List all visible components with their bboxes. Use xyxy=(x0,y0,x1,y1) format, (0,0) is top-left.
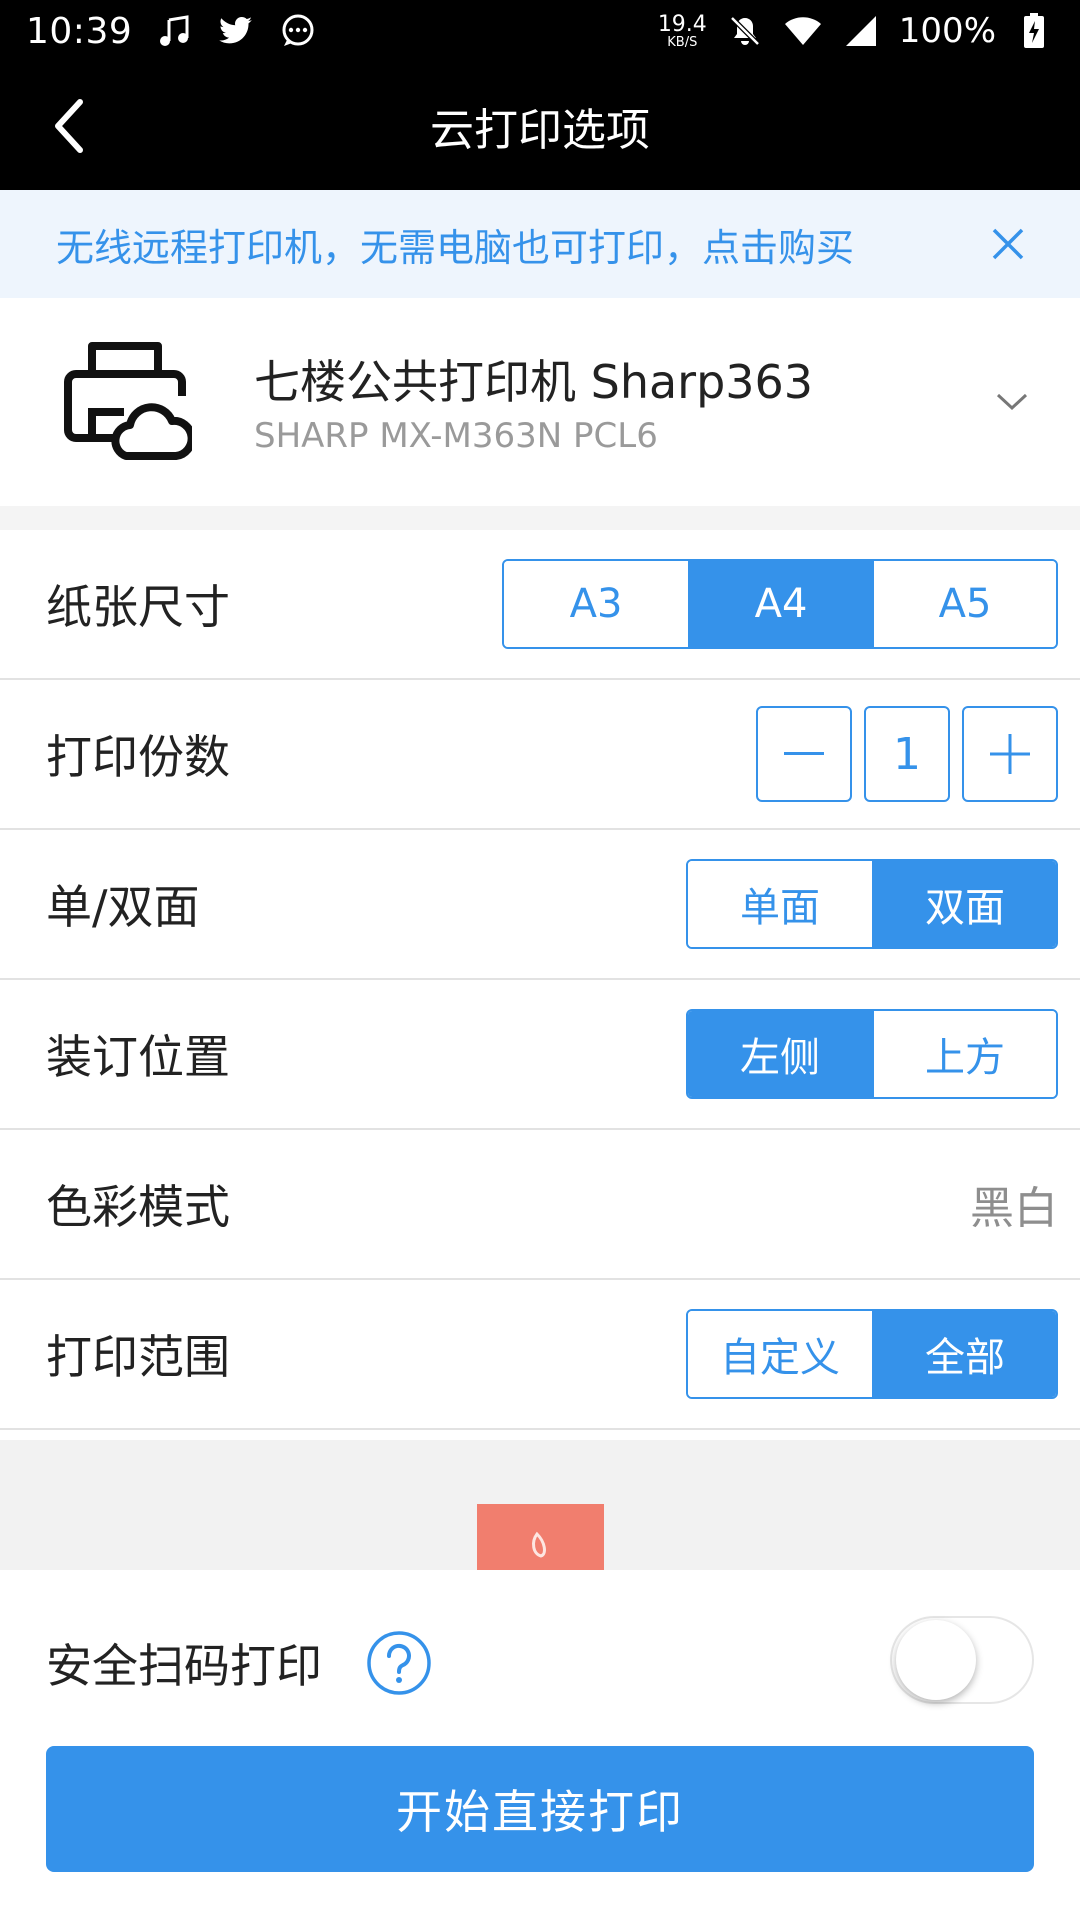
copies-stepper: 1 xyxy=(756,706,1058,802)
wifi-icon xyxy=(783,11,823,51)
signal-icon xyxy=(841,11,881,51)
section-divider xyxy=(0,506,1080,530)
net-speed: 19.4 KB/S xyxy=(657,11,707,50)
back-arrow-icon xyxy=(55,99,83,153)
copies-value[interactable]: 1 xyxy=(864,706,950,802)
banner-text[interactable]: 无线远程打印机，无需电脑也可打印，点击购买 xyxy=(56,217,854,272)
net-speed-unit: KB/S xyxy=(667,34,698,50)
status-bar: 10:39 19.4 KB/S 100% xyxy=(0,0,1080,62)
print-range-all[interactable]: 全部 xyxy=(872,1311,1056,1397)
print-range-row: 打印范围 自定义 全部 xyxy=(0,1280,1080,1430)
start-print-button[interactable]: 开始直接打印 xyxy=(46,1746,1034,1872)
duplex-row: 单/双面 单面 双面 xyxy=(0,830,1080,980)
secure-print-toggle[interactable] xyxy=(890,1616,1034,1704)
secure-print-label: 安全扫码打印 xyxy=(46,1639,322,1693)
color-mode-row[interactable]: 色彩模式 黑白 xyxy=(0,1130,1080,1280)
duplex-label: 单/双面 xyxy=(46,880,200,934)
plus-icon xyxy=(990,734,1030,774)
paper-size-label: 纸张尺寸 xyxy=(46,580,230,634)
copies-row: 打印份数 1 xyxy=(0,680,1080,830)
print-range-selector: 自定义 全部 xyxy=(686,1309,1058,1399)
duplex-single[interactable]: 单面 xyxy=(688,861,872,947)
binding-left[interactable]: 左侧 xyxy=(688,1011,872,1097)
paper-size-a4[interactable]: A4 xyxy=(688,561,872,647)
chevron-down-icon xyxy=(996,393,1028,411)
color-mode-value[interactable]: 黑白 xyxy=(970,1172,1058,1236)
printer-model: SHARP MX-M363N PCL6 xyxy=(254,416,658,456)
mute-icon xyxy=(725,11,765,51)
document-preview xyxy=(0,1440,1080,1570)
battery-charging-icon xyxy=(1014,11,1054,51)
copies-label: 打印份数 xyxy=(46,730,230,784)
toggle-knob xyxy=(896,1620,976,1700)
binding-label: 装订位置 xyxy=(46,1030,230,1084)
color-mode-label: 色彩模式 xyxy=(46,1180,230,1234)
print-range-custom[interactable]: 自定义 xyxy=(688,1311,872,1397)
purchase-banner[interactable]: 无线远程打印机，无需电脑也可打印，点击购买 xyxy=(0,190,1080,298)
printer-dropdown-button[interactable] xyxy=(986,376,1038,428)
printer-name: 七楼公共打印机 Sharp363 xyxy=(254,355,814,409)
page-title: 云打印选项 xyxy=(430,105,650,156)
close-icon xyxy=(992,228,1024,260)
chat-icon xyxy=(278,11,318,51)
back-button[interactable] xyxy=(38,94,102,158)
battery-percent: 100% xyxy=(898,11,996,51)
preview-page-thumbnail[interactable] xyxy=(477,1504,604,1570)
net-speed-value: 19.4 xyxy=(657,11,707,37)
paper-size-selector: A3 A4 A5 xyxy=(502,559,1058,649)
printer-selector[interactable]: 七楼公共打印机 Sharp363 SHARP MX-M363N PCL6 xyxy=(0,298,1080,506)
duplex-selector: 单面 双面 xyxy=(686,859,1058,949)
title-bar: 云打印选项 xyxy=(0,62,1080,190)
print-range-label: 打印范围 xyxy=(46,1330,230,1384)
cloud-printer-icon xyxy=(64,342,192,460)
help-icon[interactable] xyxy=(366,1630,432,1696)
binding-selector: 左侧 上方 xyxy=(686,1009,1058,1099)
music-icon xyxy=(154,11,194,51)
copies-increase-button[interactable] xyxy=(962,706,1058,802)
copies-decrease-button[interactable] xyxy=(756,706,852,802)
paper-size-a5[interactable]: A5 xyxy=(872,561,1056,647)
paper-size-a3[interactable]: A3 xyxy=(504,561,688,647)
paper-size-row: 纸张尺寸 A3 A4 A5 xyxy=(0,530,1080,680)
bottom-panel: 安全扫码打印 开始直接打印 xyxy=(0,1570,1080,1920)
banner-close-button[interactable] xyxy=(978,214,1038,274)
duplex-double[interactable]: 双面 xyxy=(872,861,1056,947)
status-time: 10:39 xyxy=(26,10,133,52)
binding-top[interactable]: 上方 xyxy=(872,1011,1056,1097)
minus-icon xyxy=(784,752,824,755)
binding-row: 装订位置 左侧 上方 xyxy=(0,980,1080,1130)
twitter-icon xyxy=(216,11,256,51)
